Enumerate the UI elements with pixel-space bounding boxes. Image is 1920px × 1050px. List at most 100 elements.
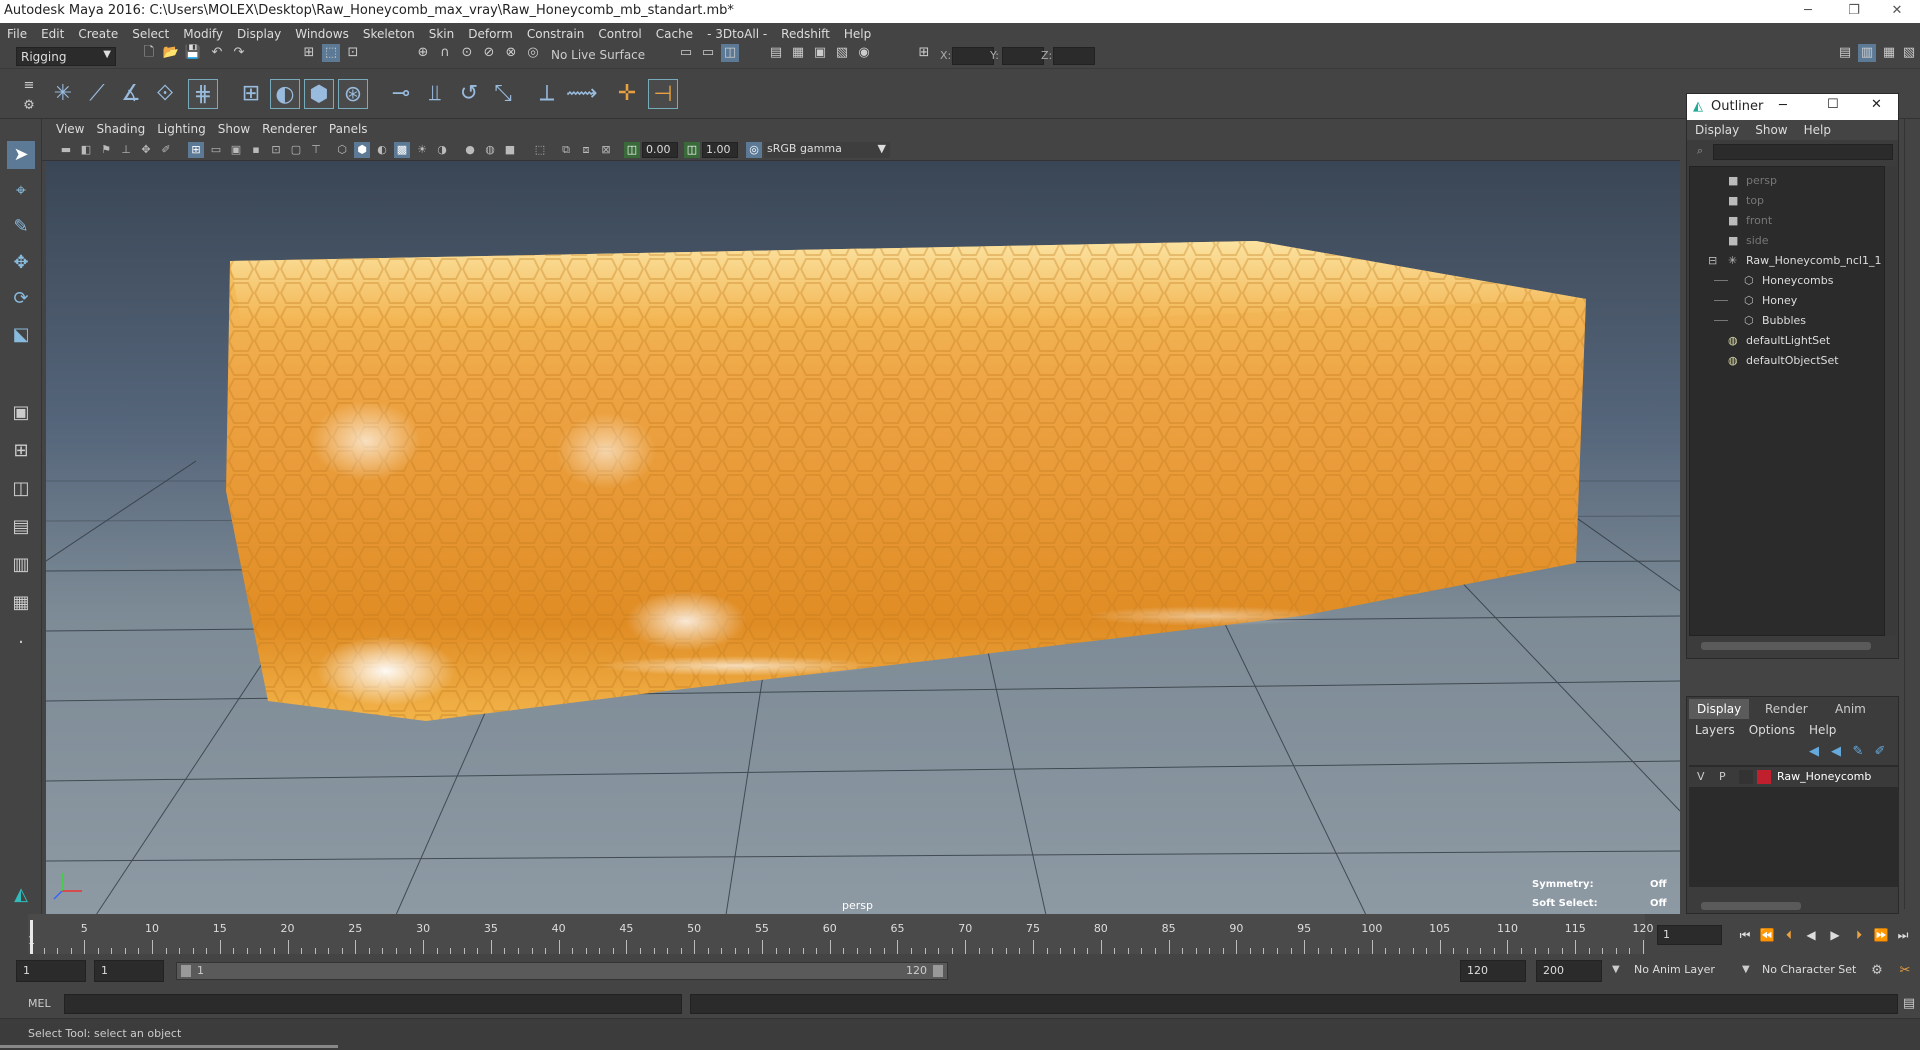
minimize-icon[interactable]: ─ bbox=[1779, 98, 1787, 113]
field-chart-icon[interactable]: ⊡ bbox=[268, 142, 284, 158]
snap-grid-icon[interactable]: ⊕ bbox=[414, 44, 432, 62]
outliner-item[interactable]: ⬡ Honey bbox=[1690, 291, 1885, 311]
time-ruler[interactable]: 1 51015202530354045505560657075808590951… bbox=[28, 914, 1654, 954]
layer-menu-help[interactable]: Help bbox=[1809, 723, 1850, 741]
menu-help[interactable]: Help bbox=[837, 27, 878, 41]
paint-select-tool-icon[interactable]: ✎ bbox=[7, 213, 35, 241]
chevron-down-icon[interactable]: ▼ bbox=[1742, 964, 1750, 975]
render-view-icon[interactable]: ▤ bbox=[767, 44, 785, 62]
shadows-icon[interactable]: ◑ bbox=[434, 142, 450, 158]
single-perspective-layout-icon[interactable]: ▣ bbox=[7, 399, 35, 427]
select-hierarchy-icon[interactable]: ⊞ bbox=[300, 44, 318, 62]
redo-icon[interactable]: ↷ bbox=[230, 44, 248, 62]
menu-set-dropdown[interactable]: Rigging ▼ bbox=[16, 47, 116, 66]
layer-horizontal-scrollbar[interactable] bbox=[1701, 902, 1801, 910]
animation-start-field[interactable]: 1 bbox=[16, 960, 86, 982]
persp-graph-layout-icon[interactable]: ▤ bbox=[7, 513, 35, 541]
layer-tab-render[interactable]: Render bbox=[1757, 699, 1816, 719]
render-settings-icon[interactable]: ▧ bbox=[833, 44, 851, 62]
layer-color-swatch[interactable] bbox=[1757, 770, 1771, 784]
two-d-pan-zoom-icon[interactable]: ✥ bbox=[138, 142, 154, 158]
aim-constraint-icon[interactable]: ⫫ bbox=[420, 79, 450, 109]
layer-playback-toggle[interactable]: P bbox=[1719, 770, 1726, 783]
tool-settings-toggle-icon[interactable]: ▧ bbox=[1900, 44, 1918, 62]
step-back-key-icon[interactable]: ⏪ bbox=[1758, 926, 1776, 944]
persp-outliner-layout-icon[interactable]: ◫ bbox=[7, 475, 35, 503]
mirror-joint-icon[interactable]: ⋕ bbox=[188, 79, 218, 109]
create-locator-icon[interactable]: ⊣ bbox=[648, 79, 678, 109]
auto-key-icon[interactable]: ⚙ bbox=[1868, 962, 1886, 980]
create-layer-from-selection-icon[interactable]: ✐ bbox=[1871, 743, 1889, 761]
undo-icon[interactable]: ↶ bbox=[208, 44, 226, 62]
outliner-item[interactable]: ■ side bbox=[1690, 231, 1885, 251]
lattice-icon[interactable]: ⬢ bbox=[304, 79, 334, 109]
shelf-options-icon[interactable]: ⚙ bbox=[20, 97, 38, 115]
menu-modify[interactable]: Modify bbox=[176, 27, 230, 41]
layer-menu-layers[interactable]: Layers bbox=[1695, 723, 1749, 741]
motion-blur-icon[interactable]: ◍ bbox=[482, 142, 498, 158]
outliner-horizontal-scrollbar[interactable] bbox=[1701, 642, 1871, 650]
snap-surface-icon[interactable]: ⊗ bbox=[502, 44, 520, 62]
restore-button[interactable]: ❐ bbox=[1831, 0, 1877, 23]
exposure-field[interactable]: 0.00 bbox=[642, 142, 678, 158]
go-to-start-icon[interactable]: ⏮ bbox=[1736, 926, 1754, 944]
color-space-dropdown[interactable]: sRGB gamma ▼ bbox=[764, 142, 890, 158]
output-ops-icon[interactable]: ▭ bbox=[699, 44, 717, 62]
snap-point-icon[interactable]: ⊙ bbox=[458, 44, 476, 62]
play-backwards-icon[interactable]: ◀ bbox=[1802, 926, 1820, 944]
outliner-item[interactable]: ◍ defaultLightSet bbox=[1690, 331, 1885, 351]
playback-end-field[interactable]: 120 bbox=[1460, 960, 1526, 982]
move-tool-icon[interactable]: ✥ bbox=[7, 249, 35, 277]
parent-constraint-icon[interactable]: ⟂ bbox=[532, 79, 562, 109]
outliner-layout-icon[interactable]: ▦ bbox=[7, 589, 35, 617]
gamma-field[interactable]: 1.00 bbox=[702, 142, 738, 158]
orient-constraint-icon[interactable]: ↺ bbox=[454, 79, 484, 109]
anti-aliasing-icon[interactable]: ■ bbox=[502, 142, 518, 158]
animation-preferences-icon[interactable]: ✂ bbox=[1896, 962, 1914, 980]
range-end-handle[interactable] bbox=[933, 965, 943, 977]
menu-create[interactable]: Create bbox=[71, 27, 125, 41]
exposure-icon[interactable]: ◫ bbox=[624, 142, 640, 158]
wireframe-icon[interactable]: ⬡ bbox=[334, 142, 350, 158]
hypershade-icon[interactable]: ◉ bbox=[855, 44, 873, 62]
outliner-menu-display[interactable]: Display bbox=[1695, 123, 1755, 137]
layer-visibility-toggle[interactable]: V bbox=[1697, 770, 1705, 783]
play-forwards-icon[interactable]: ▶ bbox=[1826, 926, 1844, 944]
menu-redshift[interactable]: Redshift bbox=[774, 27, 837, 41]
color-management-icon[interactable]: ◎ bbox=[746, 142, 762, 158]
point-constraint-icon[interactable]: ⊸ bbox=[386, 79, 416, 109]
outliner-scrollbar[interactable] bbox=[1885, 166, 1897, 636]
z-field[interactable] bbox=[1053, 47, 1095, 65]
minimize-button[interactable]: ─ bbox=[1785, 0, 1831, 23]
ik-handle-icon[interactable]: ⟋ bbox=[82, 79, 112, 109]
menu-cache[interactable]: Cache bbox=[649, 27, 700, 41]
layer-tab-anim[interactable]: Anim bbox=[1827, 699, 1874, 719]
y-field[interactable] bbox=[1002, 47, 1044, 65]
ik-spline-icon[interactable]: ∡ bbox=[116, 79, 146, 109]
grid-toggle-icon[interactable]: ⊞ bbox=[188, 142, 204, 158]
command-language-button[interactable]: MEL bbox=[28, 997, 51, 1010]
menu-deform[interactable]: Deform bbox=[461, 27, 520, 41]
range-start-handle[interactable] bbox=[181, 965, 191, 977]
layer-menu-options[interactable]: Options bbox=[1749, 723, 1809, 741]
character-set-dropdown[interactable]: No Character Set bbox=[1756, 960, 1876, 982]
x-field[interactable] bbox=[952, 47, 994, 65]
bookmark-icon[interactable]: ⚑ bbox=[98, 142, 114, 158]
xray-components-icon[interactable]: ⊠ bbox=[598, 142, 614, 158]
layer-display-type[interactable] bbox=[1739, 770, 1753, 784]
open-scene-icon[interactable]: 📂 bbox=[162, 44, 180, 62]
outliner-item[interactable]: ◍ defaultObjectSet bbox=[1690, 351, 1885, 371]
construction-history-icon[interactable]: ◫ bbox=[721, 44, 739, 62]
create-empty-layer-icon[interactable]: ✎ bbox=[1849, 743, 1867, 761]
move-layer-down-icon[interactable]: ◀ bbox=[1827, 743, 1845, 761]
outliner-item[interactable]: ■ top bbox=[1690, 191, 1885, 211]
attribute-editor-toggle-icon[interactable]: ▥ bbox=[1858, 44, 1876, 62]
channel-box-toggle-icon[interactable]: ▦ bbox=[1880, 44, 1898, 62]
animation-end-field[interactable]: 200 bbox=[1536, 960, 1602, 982]
chevron-down-icon[interactable]: ▼ bbox=[1612, 964, 1620, 975]
input-ops-icon[interactable]: ▭ bbox=[677, 44, 695, 62]
side-tabs-strip[interactable] bbox=[1904, 119, 1920, 909]
save-scene-icon[interactable]: 💾 bbox=[184, 44, 202, 62]
menu-display[interactable]: Display bbox=[230, 27, 288, 41]
new-scene-icon[interactable]: 🗋 bbox=[140, 44, 158, 62]
